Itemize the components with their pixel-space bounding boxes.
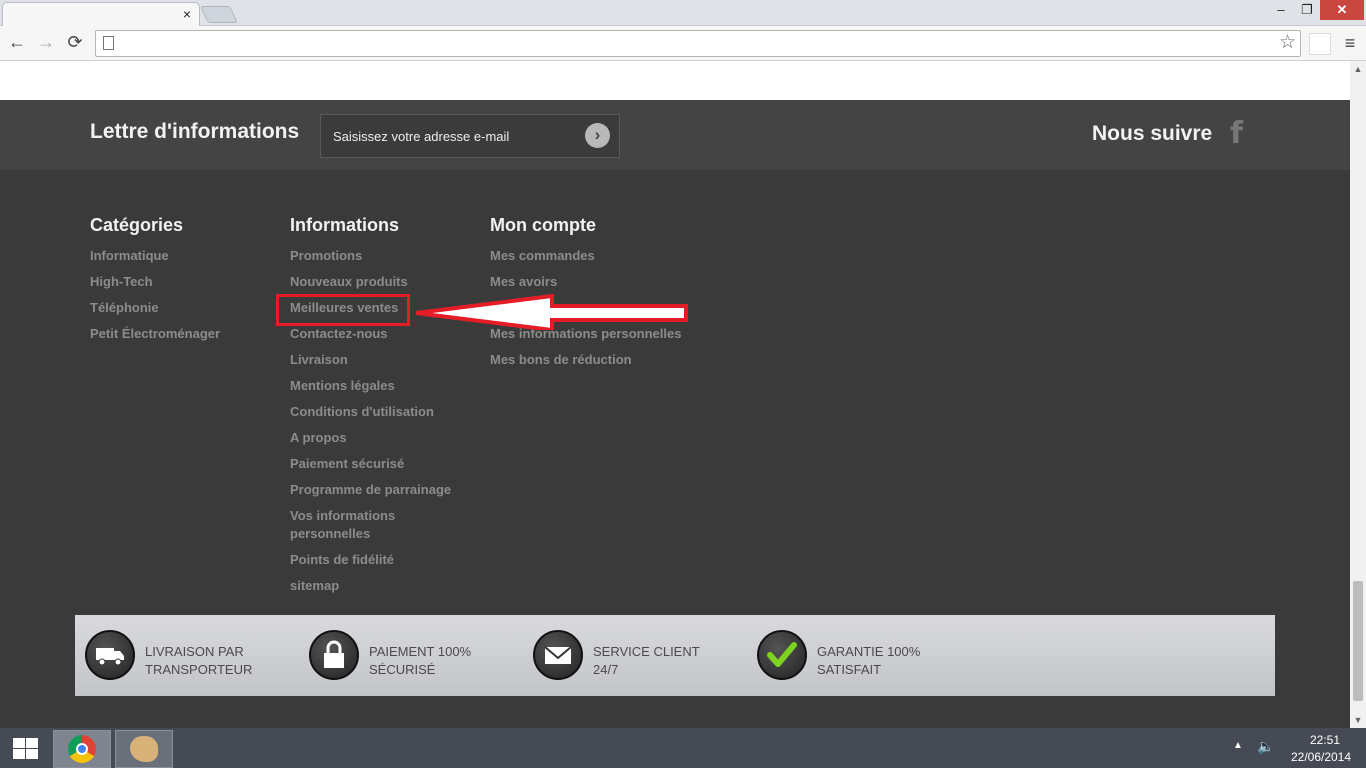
address-bar[interactable]: ☆: [95, 30, 1301, 57]
browser-tab[interactable]: ×: [2, 2, 200, 27]
footer-link-telephonie[interactable]: Téléphonie: [90, 299, 280, 317]
back-arrow-icon[interactable]: ←: [5, 30, 29, 54]
footer-link-high-tech[interactable]: High-Tech: [90, 273, 280, 291]
newsletter-form: ›: [320, 114, 620, 158]
scroll-up-icon[interactable]: ▲: [1350, 61, 1366, 77]
footer-link-conditions[interactable]: Conditions d'utilisation: [290, 403, 480, 421]
facebook-icon[interactable]: f: [1230, 116, 1243, 151]
newsletter-submit-button[interactable]: ›: [585, 123, 610, 148]
maximize-button[interactable]: ❐: [1294, 0, 1320, 20]
assurance-label-line1: LIVRAISON PAR: [145, 644, 244, 659]
footer-link-points-fidelite[interactable]: Points de fidélité: [290, 551, 480, 569]
page-top-area: [0, 61, 1350, 100]
scroll-thumb[interactable]: [1353, 581, 1363, 701]
assurance-label-line1: GARANTIE 100%: [817, 644, 921, 659]
assurance-band: LIVRAISON PAR TRANSPORTEUR PAIEMENT 100% S…: [75, 615, 1275, 696]
chrome-icon: [68, 735, 96, 763]
assurance-label-line2: SÉCURISÉ: [369, 662, 436, 677]
footer-link-paiement-securise[interactable]: Paiement sécurisé: [290, 455, 480, 473]
lock-icon: [309, 630, 359, 680]
footer-link-a-propos[interactable]: A propos: [290, 429, 480, 447]
footer-link-sitemap[interactable]: sitemap: [290, 577, 480, 595]
footer-link-petit-electromenager[interactable]: Petit Électroménager: [90, 325, 280, 343]
envelope-icon: [533, 630, 583, 680]
categories-heading: Catégories: [90, 215, 184, 235]
page-viewport: Lettre d'informations › Nous suivre f Ca…: [0, 61, 1350, 728]
browser-toolbar: ← → ⟳ ☆ ≡: [0, 26, 1366, 61]
scroll-down-icon[interactable]: ▼: [1350, 712, 1366, 728]
assurance-label-line1: SERVICE CLIENT: [593, 644, 700, 659]
newsletter-title: Lettre d'informations: [90, 120, 300, 143]
taskbar-chrome-button[interactable]: [53, 730, 111, 768]
bookmark-star-icon[interactable]: ☆: [1279, 31, 1296, 55]
truck-icon: [85, 630, 135, 680]
forward-arrow-icon[interactable]: →: [34, 30, 58, 54]
newsletter-band: Lettre d'informations › Nous suivre f: [0, 100, 1350, 170]
browser-titlebar: × – ❐ ✕: [0, 0, 1366, 27]
check-icon: [757, 630, 807, 680]
assurance-label-line2: TRANSPORTEUR: [145, 662, 253, 677]
footer-link-informatique[interactable]: Informatique: [90, 247, 280, 265]
tab-close-icon[interactable]: ×: [183, 6, 191, 22]
annotation-arrow-icon: [415, 294, 688, 330]
menu-icon[interactable]: ≡: [1340, 32, 1360, 54]
footer-link-vos-informations[interactable]: Vos informations personnelles: [290, 507, 420, 543]
windows-taskbar: ▲ 🔈 22:51 22/06/2014: [0, 728, 1366, 768]
windows-start-icon[interactable]: [10, 736, 38, 760]
tray-overflow-icon[interactable]: ▲: [1233, 740, 1243, 751]
account-heading: Mon compte: [490, 215, 596, 235]
footer-link-parrainage[interactable]: Programme de parrainage: [290, 481, 480, 499]
speaker-icon[interactable]: 🔈: [1257, 738, 1274, 755]
assurance-label-line1: PAIEMENT 100%: [369, 644, 472, 659]
new-tab-button[interactable]: [200, 6, 238, 23]
assurance-label-line2: SATISFAIT: [817, 662, 882, 677]
informations-column: Informations Promotions Nouveaux produit…: [290, 211, 480, 603]
page-scrollbar[interactable]: ▲ ▼: [1350, 61, 1366, 728]
clock-time[interactable]: 22:51: [1290, 733, 1360, 747]
extension-icon[interactable]: [1309, 33, 1331, 55]
assurance-label-line2: 24/7: [593, 662, 619, 677]
categories-column: Catégories Informatique High-Tech Téléph…: [90, 211, 280, 351]
minimize-button[interactable]: –: [1268, 0, 1294, 20]
footer-link-mes-bons[interactable]: Mes bons de réduction: [490, 351, 710, 369]
taskbar-paint-button[interactable]: [115, 730, 173, 768]
close-window-button[interactable]: ✕: [1320, 0, 1364, 20]
page-icon: [103, 36, 114, 50]
follow-title: Nous suivre: [1092, 122, 1213, 145]
footer-link-promotions[interactable]: Promotions: [290, 247, 480, 265]
footer-link-nouveaux-produits[interactable]: Nouveaux produits: [290, 273, 480, 291]
footer-link-livraison[interactable]: Livraison: [290, 351, 480, 369]
clock-date[interactable]: 22/06/2014: [1282, 750, 1360, 764]
paint-palette-icon: [130, 736, 158, 762]
reload-icon[interactable]: ⟳: [63, 30, 87, 54]
informations-heading: Informations: [290, 215, 400, 235]
footer-link-mentions-legales[interactable]: Mentions légales: [290, 377, 480, 395]
footer-link-mes-commandes[interactable]: Mes commandes: [490, 247, 710, 265]
email-field[interactable]: [333, 127, 573, 145]
annotation-highlight-box: [276, 294, 410, 326]
footer-link-mes-avoirs[interactable]: Mes avoirs: [490, 273, 710, 291]
